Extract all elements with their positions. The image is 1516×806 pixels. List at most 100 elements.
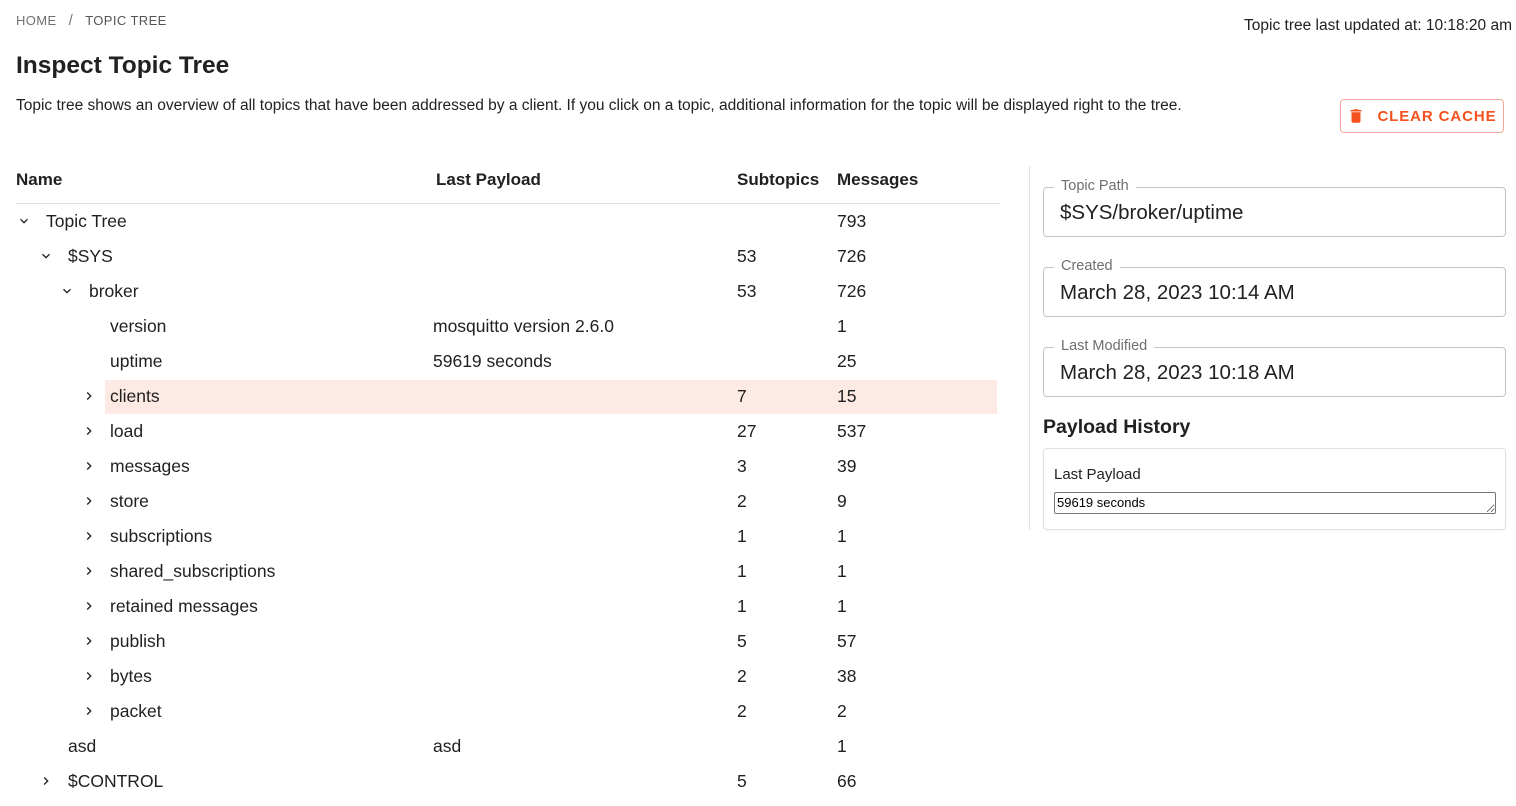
tree-row[interactable]: messages 3 39 — [16, 449, 1000, 484]
chevron-right-icon[interactable] — [81, 598, 97, 614]
messages-count: 726 — [837, 246, 867, 266]
subtopics-count: 1 — [737, 596, 747, 616]
breadcrumb-current: TOPIC TREE — [85, 13, 167, 28]
tree-row[interactable]: asd asd 1 — [16, 729, 1000, 764]
chevron-right-icon[interactable] — [81, 458, 97, 474]
topic-name: broker — [89, 281, 139, 301]
chevron-right-icon[interactable] — [81, 668, 97, 684]
column-header-messages: Messages — [837, 170, 919, 189]
subtopics-count: 7 — [737, 386, 747, 406]
subtopics-count: 53 — [737, 246, 757, 266]
chevron-right-icon[interactable] — [81, 528, 97, 544]
topic-name: $CONTROL — [68, 771, 164, 791]
tree-row[interactable]: version mosquitto version 2.6.0 1 — [16, 309, 1000, 344]
messages-count: 1 — [837, 316, 847, 336]
last-payload-cell: 59619 seconds — [433, 351, 552, 371]
chevron-down-icon[interactable] — [38, 248, 54, 264]
topic-name: shared_subscriptions — [110, 561, 276, 581]
last-modified-field[interactable]: Last Modified March 28, 2023 10:18 AM — [1043, 338, 1506, 397]
topic-name: publish — [110, 631, 166, 651]
subtopics-count: 1 — [737, 526, 747, 546]
breadcrumb-home-link[interactable]: HOME — [16, 13, 57, 28]
selected-row-highlight — [105, 380, 997, 414]
subtopics-count: 27 — [737, 421, 757, 441]
messages-count: 57 — [837, 631, 857, 651]
messages-count: 1 — [837, 561, 847, 581]
subtopics-count: 2 — [737, 491, 747, 511]
subtopics-count: 2 — [737, 666, 747, 686]
topic-name: uptime — [110, 351, 163, 371]
last-payload-textarea[interactable]: 59619 seconds — [1054, 492, 1496, 514]
topic-name: version — [110, 316, 167, 336]
topic-name: clients — [110, 386, 160, 406]
payload-history-title: Payload History — [1043, 416, 1191, 438]
breadcrumb-separator: / — [68, 12, 74, 29]
subtopics-count: 2 — [737, 701, 747, 721]
tree-row[interactable]: packet 2 2 — [16, 694, 1000, 729]
chevron-down-icon[interactable] — [59, 283, 75, 299]
chevron-right-icon[interactable] — [81, 563, 97, 579]
topic-name: subscriptions — [110, 526, 213, 546]
chevron-right-icon[interactable] — [38, 773, 54, 789]
subtopics-count: 3 — [737, 456, 747, 476]
page-description: Topic tree shows an overview of all topi… — [16, 97, 1182, 114]
messages-count: 15 — [837, 386, 857, 406]
last-payload-label: Last Payload — [1054, 466, 1141, 483]
messages-count: 39 — [837, 456, 857, 476]
topic-path-value: $SYS/broker/uptime — [1060, 201, 1244, 224]
messages-count: 1 — [837, 596, 847, 616]
tree-row[interactable]: clients 7 15 — [16, 379, 1000, 414]
tree-row[interactable]: uptime 59619 seconds 25 — [16, 344, 1000, 379]
chevron-right-icon[interactable] — [81, 388, 97, 404]
messages-count: 66 — [837, 771, 857, 791]
messages-count: 9 — [837, 491, 847, 511]
chevron-right-icon[interactable] — [81, 633, 97, 649]
subtopics-count: 1 — [737, 561, 747, 581]
messages-count: 726 — [837, 281, 867, 301]
last-updated-text: Topic tree last updated at: 10:18:20 am — [1244, 17, 1512, 34]
messages-count: 793 — [837, 211, 867, 231]
topic-name: $SYS — [68, 246, 113, 266]
topic-path-label: Topic Path — [1054, 178, 1136, 194]
trash-icon — [1351, 109, 1362, 123]
tree-row[interactable]: shared_subscriptions 1 1 — [16, 554, 1000, 589]
clear-cache-button[interactable]: CLEAR CACHE — [1340, 99, 1504, 133]
topic-name: load — [110, 421, 144, 441]
tree-row[interactable]: broker 53 726 — [16, 274, 1000, 309]
clear-cache-label: CLEAR CACHE — [1377, 107, 1497, 125]
table-body: Topic Tree 793 $SYS 53 726 broker 53 726 version… — [16, 204, 1000, 799]
chevron-right-icon[interactable] — [81, 703, 97, 719]
messages-count: 38 — [837, 666, 857, 686]
breadcrumb: HOME / TOPIC TREE — [16, 12, 167, 29]
messages-count: 537 — [837, 421, 867, 441]
tree-row[interactable]: $SYS 53 726 — [16, 239, 1000, 274]
subtopics-count: 53 — [737, 281, 757, 301]
payload-history-card: Last Payload 59619 seconds — [1043, 448, 1506, 530]
tree-row[interactable]: load 27 537 — [16, 414, 1000, 449]
tree-row[interactable]: Topic Tree 793 — [16, 204, 1000, 239]
tree-row[interactable]: $CONTROL 5 66 — [16, 764, 1000, 799]
table-header: Name Last Payload Subtopics Messages — [16, 165, 1000, 204]
tree-row[interactable]: bytes 2 38 — [16, 659, 1000, 694]
topic-tree-table: Name Last Payload Subtopics Messages Top… — [16, 165, 1000, 799]
topic-path-field[interactable]: Topic Path $SYS/broker/uptime — [1043, 178, 1506, 237]
chevron-right-icon[interactable] — [81, 493, 97, 509]
messages-count: 1 — [837, 526, 847, 546]
tree-row[interactable]: subscriptions 1 1 — [16, 519, 1000, 554]
messages-count: 2 — [837, 701, 847, 721]
tree-row[interactable]: retained messages 1 1 — [16, 589, 1000, 624]
tree-row[interactable]: store 2 9 — [16, 484, 1000, 519]
column-header-last-payload: Last Payload — [436, 170, 541, 189]
panel-divider — [1029, 166, 1030, 530]
tree-row[interactable]: publish 5 57 — [16, 624, 1000, 659]
page-title: Inspect Topic Tree — [16, 52, 230, 79]
chevron-right-icon[interactable] — [81, 423, 97, 439]
topic-name: retained messages — [110, 596, 258, 616]
topic-name: packet — [110, 701, 162, 721]
column-header-subtopics: Subtopics — [737, 170, 820, 189]
created-field[interactable]: Created March 28, 2023 10:14 AM — [1043, 258, 1506, 317]
messages-count: 1 — [837, 736, 847, 756]
created-value: March 28, 2023 10:14 AM — [1060, 281, 1295, 304]
last-payload-cell: mosquitto version 2.6.0 — [433, 316, 614, 336]
chevron-down-icon[interactable] — [16, 213, 32, 229]
